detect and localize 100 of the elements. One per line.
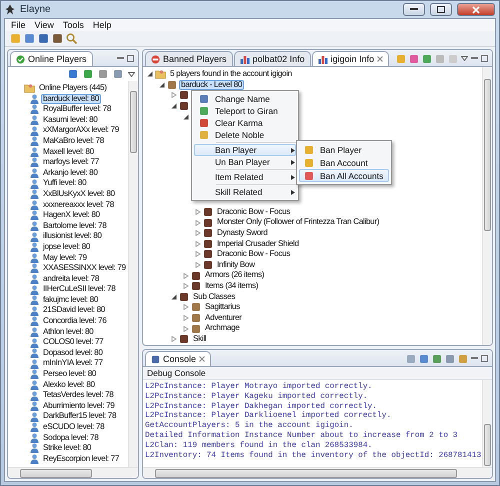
tree-item[interactable]: Imperial Crusader Shield [215, 238, 301, 250]
console-tab[interactable]: Console [145, 351, 212, 366]
vertical-scrollbar[interactable] [482, 380, 492, 467]
tree-item[interactable]: 5 players found in the account igigoin [168, 69, 294, 80]
player-item[interactable]: Kasumi level: 80 [41, 114, 100, 126]
menu-item[interactable]: View [34, 20, 54, 30]
maximize-view-icon[interactable] [481, 55, 488, 62]
player-item[interactable]: Athlon level: 80 [41, 326, 96, 338]
player-item[interactable]: Bartolome level: 78 [41, 220, 108, 232]
close-button[interactable] [457, 3, 495, 16]
user-icon [30, 348, 39, 358]
minimize-view-icon[interactable] [471, 56, 478, 60]
tree-item[interactable]: Draconic Bow - Focus [215, 206, 292, 218]
submenu-arrow-icon [291, 174, 295, 180]
expanded-arrow-icon[interactable] [171, 103, 177, 110]
collapsed-arrow-icon[interactable] [183, 315, 189, 321]
tree-item[interactable]: Skill [191, 334, 208, 344]
player-item[interactable]: Arkanjo level: 80 [41, 168, 100, 178]
player-item[interactable]: xXMargorAXx level: 79 [41, 125, 121, 136]
collapsed-arrow-icon[interactable] [195, 220, 201, 226]
menu-item[interactable]: Ban Player [299, 143, 389, 156]
vertical-scrollbar[interactable] [128, 81, 138, 467]
minimize-view-icon[interactable] [117, 56, 124, 60]
tree-item[interactable]: Armors (26 items) [203, 270, 266, 281]
player-item[interactable]: Maxell level: 80 [41, 146, 96, 158]
player-item[interactable]: Aburrimiento level: 79 [41, 400, 116, 412]
menu-item[interactable]: Delete Noble [194, 129, 296, 141]
submenu-item[interactable]: Skill Related [194, 186, 296, 198]
horizontal-scrollbar[interactable] [143, 467, 492, 478]
collapsed-arrow-icon[interactable] [171, 336, 177, 342]
tree-item[interactable]: Infinity Bow [215, 260, 257, 270]
menu-item[interactable]: Teleport to Giran [194, 105, 296, 117]
expanded-arrow-icon[interactable] [159, 82, 165, 88]
player-item[interactable]: XxBlUsKyxX level: 80 [41, 188, 117, 200]
collapsed-arrow-icon[interactable] [183, 304, 189, 310]
submenu-arrow-icon [291, 190, 295, 194]
editor-tab[interactable]: igigoin Info [312, 51, 390, 66]
collapsed-arrow-icon[interactable] [183, 326, 189, 332]
collapsed-arrow-icon[interactable] [195, 251, 201, 258]
minimize-button[interactable] [403, 3, 425, 16]
menu-item[interactable]: Tools [62, 20, 84, 30]
collapsed-arrow-icon[interactable] [183, 272, 189, 279]
collapsed-arrow-icon[interactable] [195, 240, 201, 247]
collapsed-arrow-icon[interactable] [195, 209, 201, 216]
horizontal-scrollbar[interactable] [8, 467, 138, 478]
player-item[interactable]: Dopasod level: 80 [41, 348, 105, 358]
online-players-tab[interactable]: Online Players [10, 51, 93, 66]
tree-item[interactable]: Items (34 items) [203, 280, 260, 292]
bar-chart-icon [318, 54, 328, 64]
submenu-item[interactable]: Un Ban Player [194, 156, 296, 168]
player-item[interactable]: andreita level: 78 [41, 274, 102, 284]
player-item[interactable]: May level: 79 [41, 252, 89, 264]
tree-item[interactable]: Adventurer [203, 312, 244, 324]
collapsed-arrow-icon[interactable] [171, 92, 177, 98]
player-item[interactable]: Sodopa level: 78 [41, 432, 100, 444]
player-item[interactable]: ReyEscorpion level: 77 [41, 454, 122, 464]
tree-item[interactable]: Monster Only (Follower of Frintezza Tran Calibur) [215, 217, 382, 228]
menu-item[interactable]: File [11, 20, 26, 30]
vertical-scrollbar[interactable] [482, 67, 492, 345]
expanded-arrow-icon[interactable] [171, 294, 177, 300]
menu-item[interactable]: Ban Account [299, 156, 389, 169]
editor-tab[interactable]: polbat02 Info [234, 51, 311, 66]
submenu-item[interactable]: Item Related [194, 171, 296, 183]
maximize-icon [437, 6, 445, 13]
menu-item[interactable]: Help [92, 20, 112, 30]
collapsed-arrow-icon[interactable] [195, 262, 201, 268]
submenu-item[interactable]: Ban Player [194, 144, 296, 156]
maximize-view-icon[interactable] [481, 355, 488, 362]
player-item[interactable]: xxxnereaxxx level: 78 [41, 200, 116, 210]
tree-item[interactable]: Dynasty Sword [215, 228, 270, 239]
tree-item[interactable]: Sagittarius [203, 302, 242, 313]
expanded-arrow-icon[interactable] [147, 71, 153, 78]
player-item[interactable]: HagenX level: 80 [41, 210, 102, 221]
maximize-button[interactable] [430, 3, 452, 16]
tree-item[interactable]: barduck - Level 80 [179, 80, 244, 90]
close-tab-icon[interactable] [377, 56, 384, 62]
player-item[interactable]: marfoys level: 77 [41, 157, 101, 168]
collapsed-arrow-icon[interactable] [195, 230, 201, 236]
player-item[interactable]: jopse level: 80 [41, 242, 92, 252]
expanded-arrow-icon[interactable] [183, 114, 189, 120]
search-icon[interactable] [66, 33, 77, 44]
menu-item[interactable]: Clear Karma [194, 117, 296, 129]
user-icon [30, 263, 39, 274]
dropdown-icon[interactable] [461, 56, 468, 61]
menu-item[interactable]: Change Name [194, 93, 296, 105]
dropdown-icon[interactable] [128, 72, 135, 76]
player-item[interactable]: fakujmc level: 80 [41, 294, 100, 306]
player-item[interactable]: barduck level: 80 [41, 94, 101, 104]
user-icon [30, 252, 39, 263]
collapsed-arrow-icon[interactable] [183, 283, 189, 290]
editor-tab[interactable]: Banned Players [145, 51, 233, 66]
maximize-view-icon[interactable] [127, 55, 134, 62]
player-item[interactable]: RoyalBuffer level: 78 [41, 104, 114, 115]
minimize-view-icon[interactable] [471, 356, 478, 360]
menu-item[interactable]: Ban All Accounts [299, 169, 389, 182]
tree-item[interactable]: Sub Classes [191, 292, 238, 302]
user-icon [30, 358, 39, 369]
tree-item[interactable]: Archmage [203, 323, 242, 334]
close-tab-icon[interactable] [199, 356, 206, 362]
player-item[interactable]: Alexko level: 80 [41, 380, 97, 390]
